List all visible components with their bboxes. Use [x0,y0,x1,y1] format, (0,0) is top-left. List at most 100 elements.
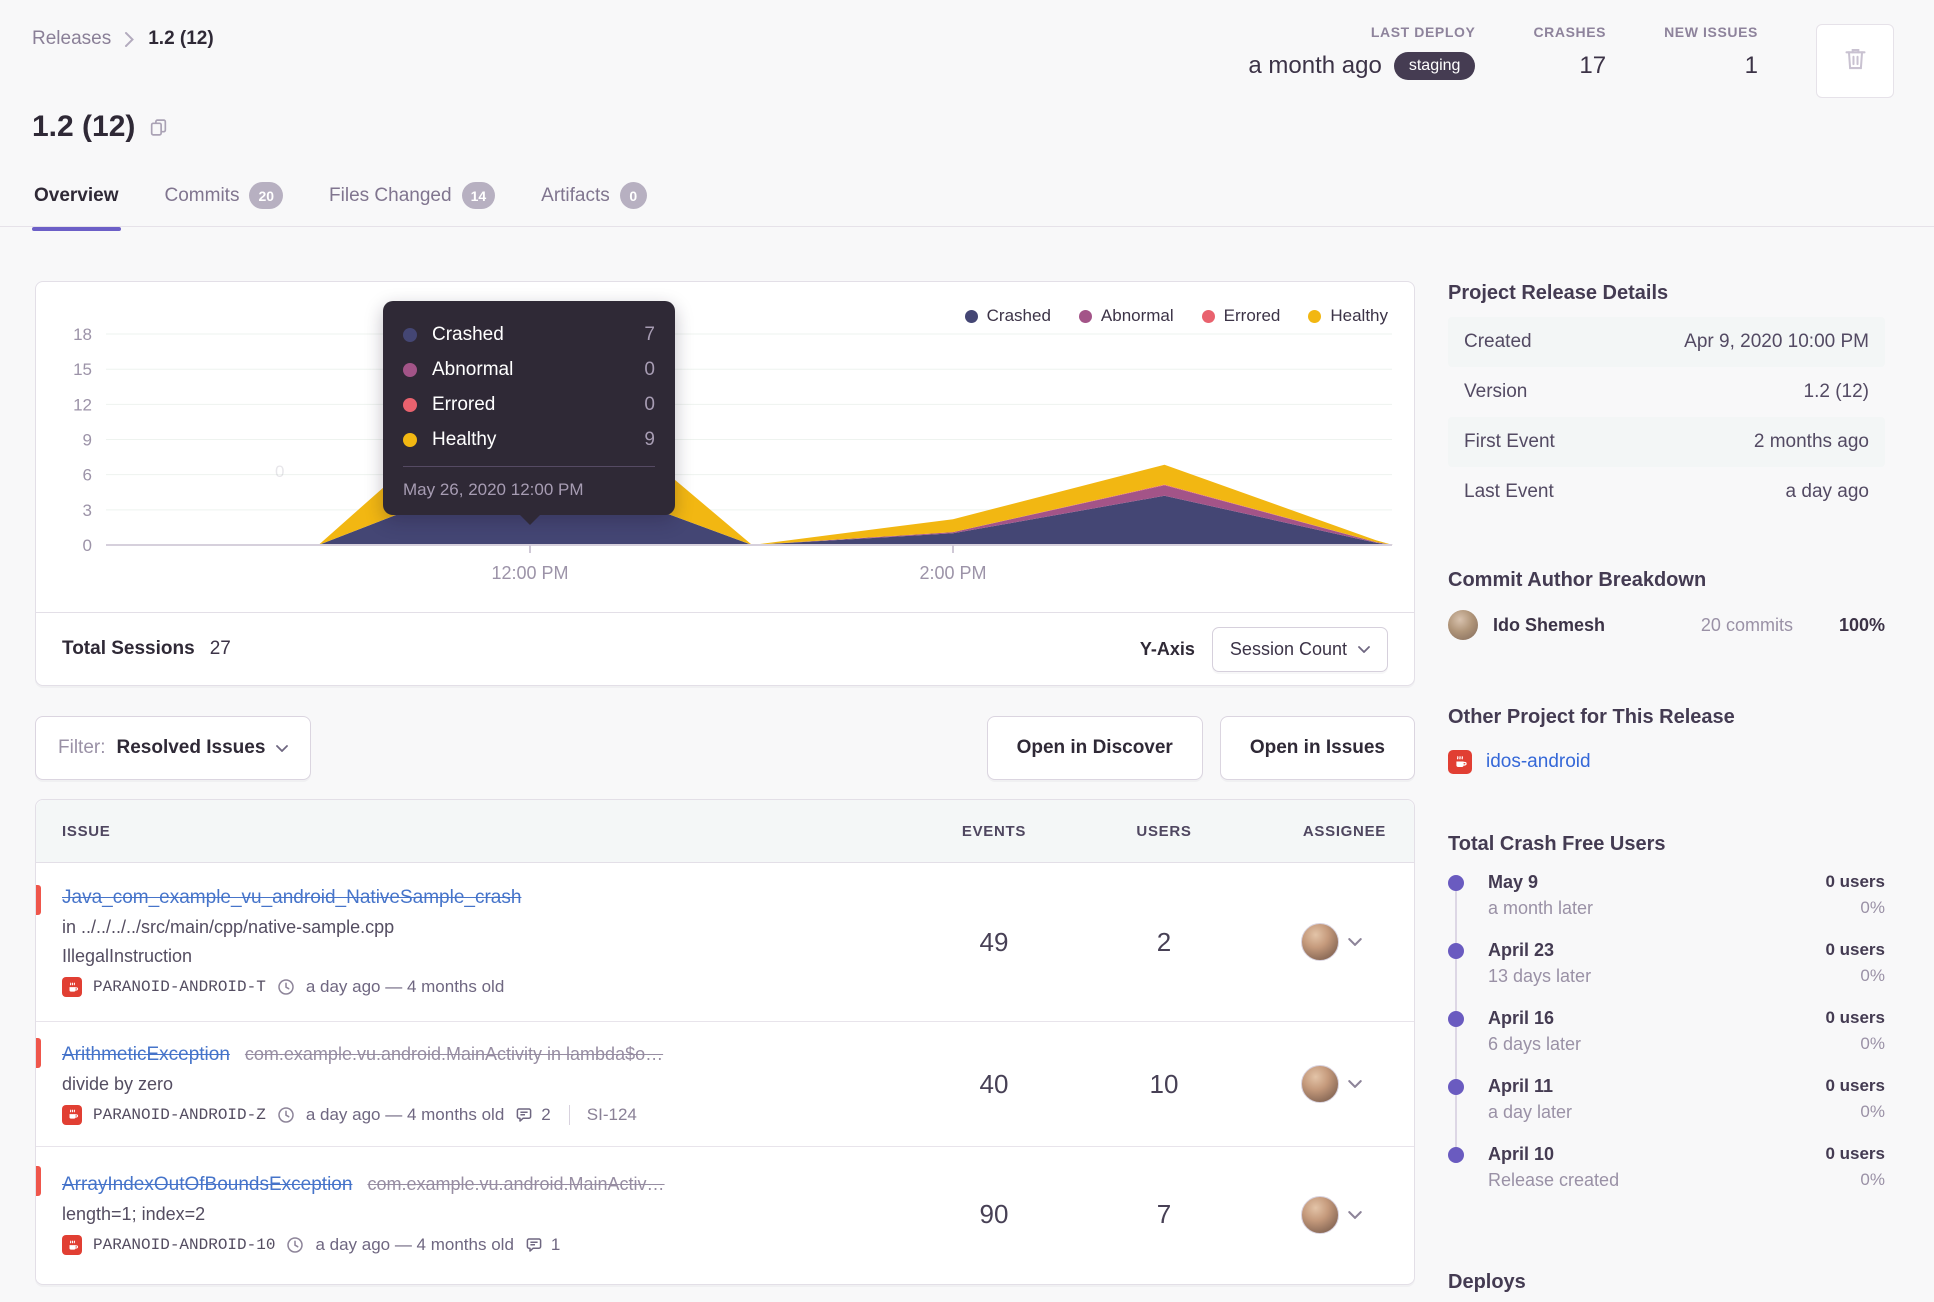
faded-zero-label: 0 [275,462,285,481]
java-platform-icon [1448,750,1472,774]
linked-ticket[interactable]: SI-124 [568,1104,637,1125]
sessions-chart-panel: Crashed Abnormal Errored Healthy 18 15 12 9… [35,281,1415,686]
last-deploy-value: a month ago [1248,52,1382,79]
chevron-down-icon [1358,645,1370,653]
timeline-percent: 0% [1860,1034,1885,1053]
column-issue: ISSUE [62,822,111,840]
other-project-link[interactable]: idos-android [1486,751,1591,773]
author-name: Ido Shemesh [1493,614,1606,635]
issue-title-link[interactable]: Java_com_example_vu_android_NativeSample… [62,887,521,909]
table-row[interactable]: ArithmeticException com.example.vu.andro… [36,1022,1414,1147]
legend-item-crashed[interactable]: Crashed [964,306,1051,326]
tooltip-healthy-value: 9 [644,428,655,450]
avatar [1301,923,1339,961]
release-details-table: Created Apr 9, 2020 10:00 PM Version 1.2… [1448,317,1885,517]
tooltip-crashed-label: Crashed [432,323,504,345]
unhandled-indicator [36,1166,41,1196]
tab-commits[interactable]: Commits 20 [165,182,284,231]
legend-abnormal-label: Abnormal [1100,306,1174,325]
tab-files-changed-label: Files Changed [329,184,452,206]
timeline-note: a day later [1488,1102,1573,1122]
timeline-note: 6 days later [1488,1034,1582,1054]
copy-icon[interactable] [148,117,169,138]
issue-title-link[interactable]: ArithmeticException [62,1044,230,1066]
comment-icon [515,1106,533,1124]
legend-item-errored[interactable]: Errored [1201,306,1280,326]
detail-value: Apr 9, 2020 10:00 PM [1684,331,1869,352]
svg-text:18: 18 [73,325,92,344]
tooltip-errored-value: 0 [644,393,655,415]
detail-row-version: Version 1.2 (12) [1448,367,1885,417]
issue-title-link[interactable]: ArrayIndexOutOfBoundsException [62,1174,352,1196]
errored-dot-icon [403,397,417,412]
assignee-selector[interactable] [1249,923,1414,961]
project-slug: PARANOID-ANDROID-10 [93,1236,276,1254]
sessions-area-chart[interactable]: 18 15 12 9 6 3 0 12:00 PM 2:00 PM [36,282,1414,602]
chart-footer: Total Sessions 27 Y-Axis Session Count [36,612,1414,685]
trash-icon [1842,45,1869,77]
java-platform-icon [62,1104,82,1125]
filter-dropdown[interactable]: Filter: Resolved Issues [35,716,312,780]
timeline-dot-icon [1448,943,1464,959]
open-in-discover-button[interactable]: Open in Discover [986,716,1203,780]
detail-row-last-event: Last Event a day ago [1448,467,1885,517]
y-axis-label: Y-Axis [1139,638,1195,659]
assignee-selector[interactable] [1249,1195,1414,1234]
timeline-users: 0 users [1825,940,1885,959]
avatar [1301,1065,1339,1103]
y-axis-dropdown[interactable]: Session Count [1211,626,1388,672]
breadcrumb-releases-link[interactable]: Releases [32,28,111,50]
legend-item-healthy[interactable]: Healthy [1308,306,1388,326]
open-in-issues-button[interactable]: Open in Issues [1219,716,1415,780]
unhandled-indicator [36,1038,41,1068]
table-row[interactable]: Java_com_example_vu_android_NativeSample… [36,863,1414,1022]
breadcrumb-current: 1.2 (12) [148,28,214,49]
crashed-dot-icon [964,309,978,323]
svg-text:3: 3 [83,501,92,520]
commits-count-badge: 20 [249,182,284,209]
svg-text:0: 0 [83,536,92,555]
issue-age: a day ago — 4 months old [315,1235,514,1254]
timeline-note: Release created [1488,1170,1620,1190]
chart-legend: Crashed Abnormal Errored Healthy [964,306,1388,326]
chevron-down-icon [1348,1080,1362,1088]
detail-label: First Event [1464,431,1555,452]
assignee-selector[interactable] [1249,1065,1414,1103]
tooltip-row-abnormal: Abnormal 0 [403,352,655,387]
list-item: April 11 a day later 0 users 0% [1448,1076,1885,1154]
crashes-label: CRASHES [1533,24,1607,40]
tab-artifacts[interactable]: Artifacts 0 [541,182,647,231]
artifacts-count-badge: 0 [619,182,647,209]
timeline-users: 0 users [1825,872,1885,891]
legend-crashed-label: Crashed [986,306,1051,325]
timeline-percent: 0% [1860,966,1885,985]
detail-value: 2 months ago [1753,431,1869,452]
clock-icon [277,1106,295,1124]
tab-commits-label: Commits [164,184,240,206]
legend-item-abnormal[interactable]: Abnormal [1078,306,1174,326]
timeline-percent: 0% [1860,1102,1885,1121]
commit-author-row: Ido Shemesh 20 commits 100% [1448,608,1885,642]
delete-release-button[interactable] [1816,24,1894,98]
issues-toolbar: Filter: Resolved Issues Open in Discover… [35,716,1415,780]
detail-value: a day ago [1785,481,1869,502]
clock-icon [286,1236,304,1254]
author-percent: 100% [1838,614,1885,635]
tooltip-date: May 26, 2020 12:00 PM [403,480,584,499]
tooltip-abnormal-value: 0 [644,358,655,380]
issue-subtitle: length=1; index=2 [62,1204,206,1224]
page-title: 1.2 (12) [32,110,169,144]
avatar [1448,610,1478,640]
stat-last-deploy: LAST DEPLOY a month ago staging [1248,24,1476,80]
timeline-date: May 9 [1488,872,1539,892]
timeline-dot-icon [1448,1079,1464,1095]
table-row[interactable]: ArrayIndexOutOfBoundsException com.examp… [36,1147,1414,1282]
tab-files-changed[interactable]: Files Changed 14 [329,182,496,231]
list-item: April 23 13 days later 0 users 0% [1448,940,1885,1018]
chevron-down-icon [1348,938,1362,946]
issue-culprit: com.example.vu.android.MainActiv… [367,1174,665,1194]
other-project-title: Other Project for This Release [1448,706,1735,728]
tab-overview[interactable]: Overview [32,182,120,231]
svg-text:15: 15 [73,360,92,379]
timeline-date: April 10 [1488,1144,1555,1164]
